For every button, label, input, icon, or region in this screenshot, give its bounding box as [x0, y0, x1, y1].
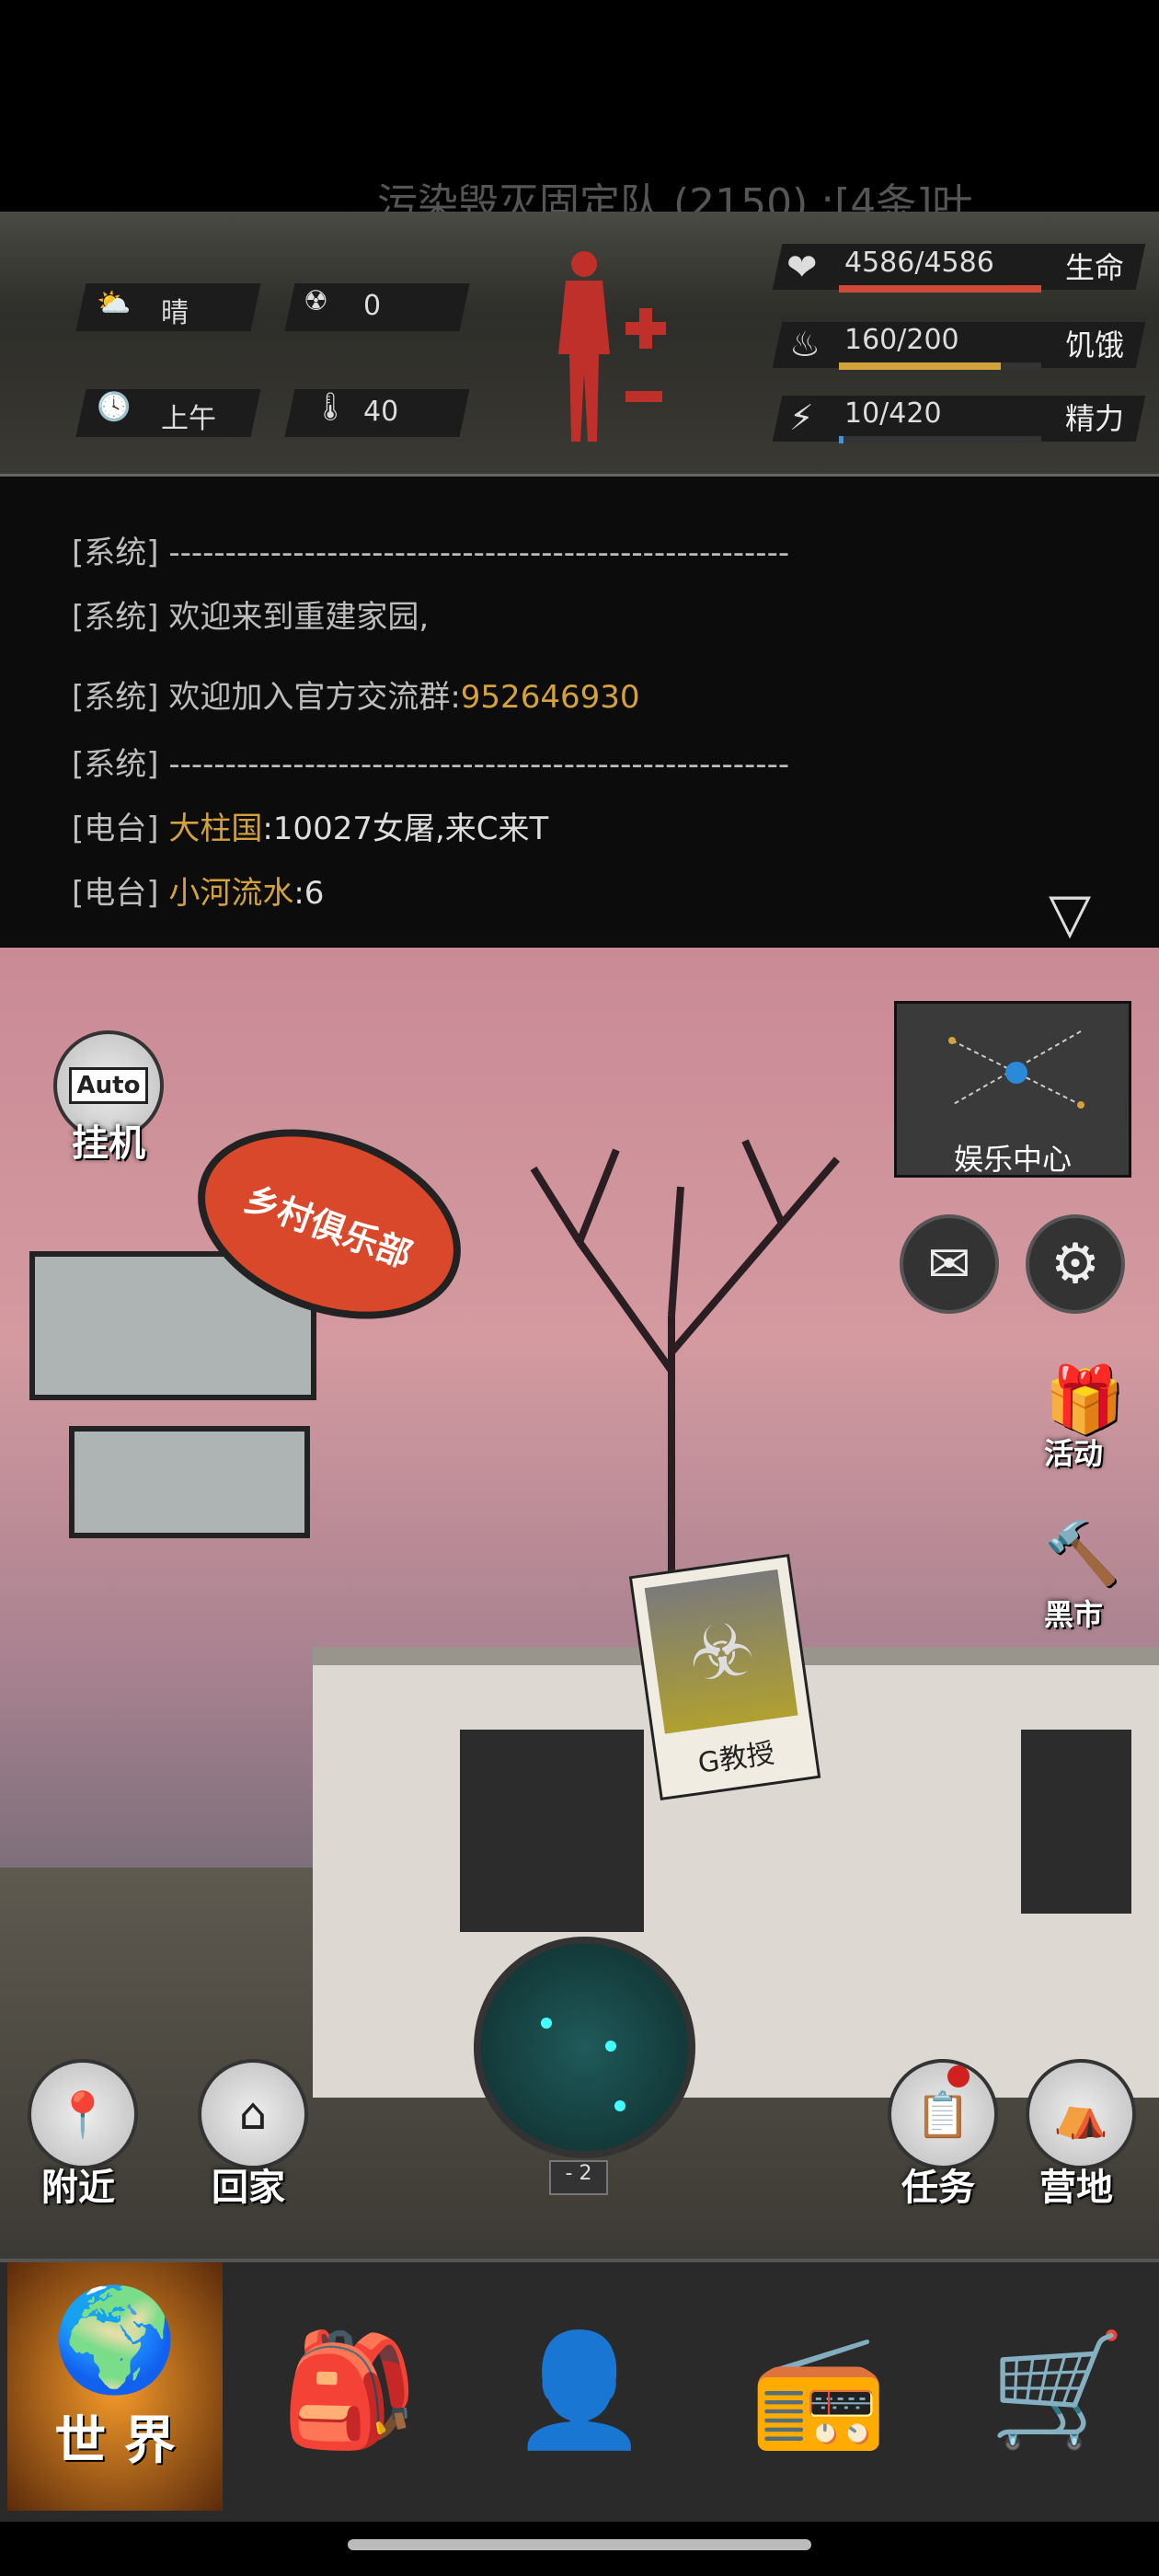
camp-label: 营地 — [1039, 2167, 1113, 2209]
energy-bar-track — [839, 436, 1041, 443]
nav-world[interactable]: 🌍 世 界 — [7, 2262, 223, 2511]
body-status-icon[interactable] — [538, 244, 685, 455]
clock-icon: 🕓 — [97, 391, 132, 423]
health-bar-fill — [839, 285, 1041, 293]
collapse-chevron-icon[interactable]: ▽ — [1049, 881, 1091, 946]
home-button[interactable]: ⌂ — [198, 2059, 308, 2169]
chat-line: [系统] 欢迎加入官方交流群:952646930 — [72, 679, 640, 716]
chat-line: [系统] 欢迎来到重建家园, — [72, 599, 430, 636]
stomach-icon: ♨ — [789, 324, 821, 364]
health-label: 生命 — [1065, 250, 1125, 285]
nearby-label: 附近 — [41, 2167, 115, 2209]
chat-line: [电台] 小河流水:6 — [72, 875, 325, 912]
radio-icon[interactable]: 📻 — [717, 2281, 920, 2501]
status-panel: ⛅ 晴 ☢ 0 🕓 上午 🌡 40 ❤ 4586/4586 生命 ♨ 160/2… — [0, 212, 1159, 477]
entertainment-label: 娱乐中心 — [953, 1142, 1072, 1177]
mail-icon[interactable]: ✉ — [900, 1214, 999, 1314]
radar-blip — [605, 2041, 616, 2052]
heart-icon: ❤ — [786, 247, 818, 289]
gavel-icon[interactable]: 🔨 — [1044, 1518, 1119, 1590]
camp-button[interactable]: ⛺ — [1026, 2059, 1136, 2169]
shopping-cart-icon[interactable]: 🛒 — [957, 2281, 1159, 2501]
radiation-icon: ☢ — [304, 285, 328, 317]
tent-icon: ⛺ — [1053, 2088, 1108, 2141]
energy-value: 10/420 — [844, 397, 942, 430]
nearby-button[interactable]: 📍 — [28, 2059, 138, 2169]
game-scene: 乡村俱乐部 Auto 挂机 娱乐中心 ✉ ⚙ 🎁 活动 🔨 黑市 ☣ G教授 -… — [0, 948, 1159, 2259]
bottom-nav: 🌍 世 界 🎒 👤 📻 🛒 — [0, 2259, 1159, 2522]
radar-blip — [541, 2018, 552, 2029]
house-icon: ⌂ — [238, 2088, 268, 2140]
task-button[interactable]: 📋 — [888, 2059, 998, 2169]
bare-tree — [530, 1139, 841, 1592]
chat-log[interactable]: [系统] -----------------------------------… — [0, 477, 1159, 946]
building-window — [460, 1730, 644, 1932]
radar[interactable] — [474, 1937, 695, 2158]
radar-blip — [614, 2100, 625, 2111]
task-label: 任务 — [901, 2167, 975, 2209]
hunger-bar-track — [839, 362, 1041, 370]
black-market-label[interactable]: 黑市 — [1044, 1592, 1103, 1634]
auto-icon: Auto — [68, 1067, 149, 1104]
npc-name: G教授 — [695, 1737, 777, 1780]
health-bar-track — [839, 285, 1041, 293]
health-value: 4586/4586 — [844, 247, 994, 279]
hunger-label: 饥饿 — [1065, 328, 1125, 362]
radar-level: - 2 — [549, 2160, 608, 2195]
activity-label[interactable]: 活动 — [1044, 1431, 1103, 1473]
hunger-bar-fill — [839, 362, 1001, 370]
building-window — [1021, 1730, 1131, 1914]
radiation-value: 0 — [363, 290, 382, 322]
idle-label: 挂机 — [72, 1122, 145, 1165]
brain-energy-icon: ⚡ — [789, 397, 814, 438]
chat-line: [系统] -----------------------------------… — [72, 746, 790, 783]
chat-line: [电台] 大柱国:10027女屠,来C来T — [72, 811, 549, 847]
gift-icon[interactable]: 🎁 — [1044, 1362, 1124, 1438]
home-label: 回家 — [212, 2167, 285, 2209]
map-node-icon — [948, 1030, 1084, 1109]
energy-label: 精力 — [1065, 401, 1125, 436]
home-indicator[interactable] — [348, 2539, 811, 2550]
energy-bar-fill — [839, 436, 844, 443]
npc-card-professor-g[interactable]: ☣ G教授 — [628, 1553, 821, 1801]
notification-dot — [947, 2065, 970, 2087]
gear-icon[interactable]: ⚙ — [1026, 1214, 1125, 1314]
chat-line: [系统] -----------------------------------… — [72, 535, 790, 571]
thermometer-icon: 🌡 — [313, 391, 349, 423]
temperature-value: 40 — [363, 396, 399, 428]
globe-icon: 🌍 — [52, 2281, 178, 2398]
time-label: 上午 — [161, 403, 216, 435]
nav-world-label: 世 界 — [54, 2411, 176, 2471]
weather-label: 晴 — [161, 297, 189, 329]
task-list-icon: 📋 — [915, 2088, 970, 2141]
entertainment-center-button[interactable]: 娱乐中心 — [894, 1001, 1131, 1178]
gas-mask-portrait: ☣ — [644, 1569, 798, 1734]
broken-billboard — [69, 1426, 310, 1538]
hunger-value: 160/200 — [844, 324, 959, 356]
backpack-icon[interactable]: 🎒 — [248, 2281, 451, 2501]
cloud-sun-icon: ⛅ — [97, 287, 132, 319]
location-pin-icon: 📍 — [55, 2088, 110, 2141]
skill-head-icon[interactable]: 👤 — [478, 2281, 681, 2501]
